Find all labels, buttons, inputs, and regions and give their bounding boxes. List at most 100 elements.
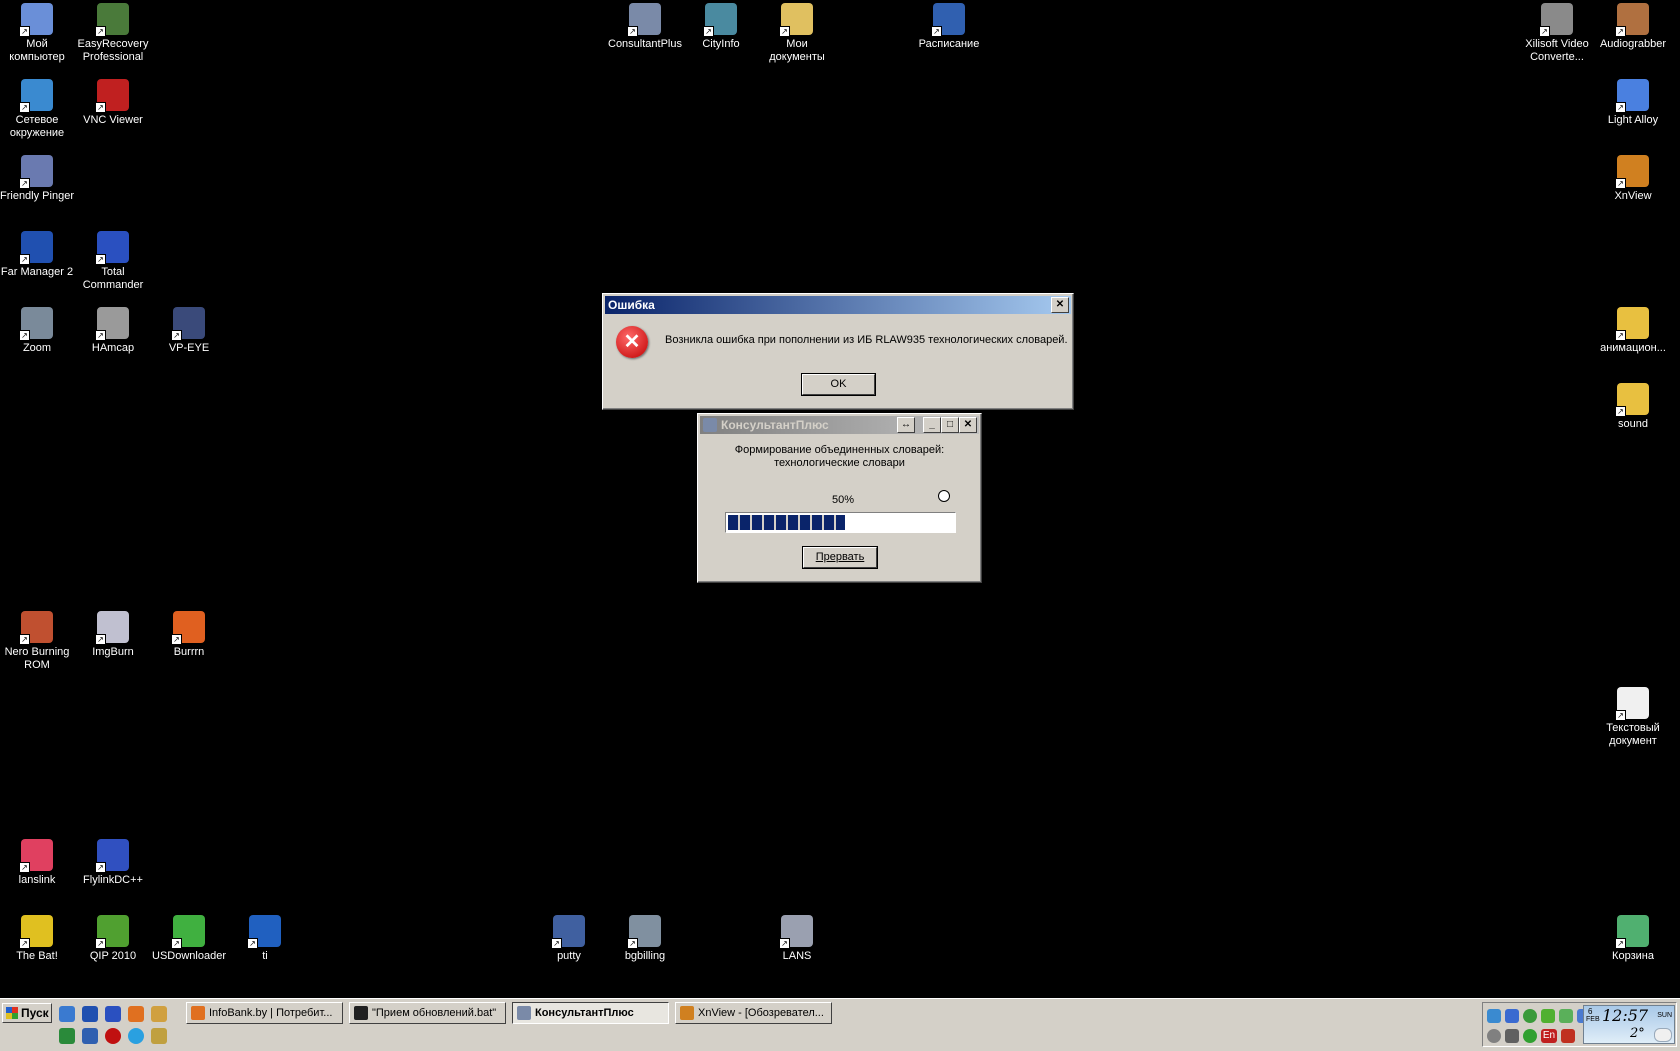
xnview-icon: ↗ [1615,155,1649,189]
error-dialog-titlebar[interactable]: Ошибка ✕ [605,296,1071,314]
tray-volume-icon[interactable] [1505,1029,1519,1043]
desktop-icon[interactable]: ↗ Far Manager 2 [0,229,75,279]
desktop-icon[interactable]: ↗ Light Alloy [1595,77,1671,127]
desktop-icon[interactable]: ↗ bgbilling [607,913,683,963]
close-button[interactable]: ✕ [1051,297,1069,313]
network-icon: ↗ [19,79,53,113]
taskbar-button[interactable]: КонсультантПлюс [512,1002,669,1024]
maximize-button[interactable]: □ [941,417,959,433]
firefox-icon [191,1006,205,1020]
resize-arrows-icon[interactable]: ↔ [897,417,915,433]
desktop-icon[interactable]: ↗ sound [1595,381,1671,431]
outlook-icon[interactable] [151,1006,167,1022]
clock-month: FEB [1586,1016,1600,1023]
desktop-icon[interactable]: ↗ Текстовый документ [1595,685,1671,748]
desktop-icon[interactable]: ↗ USDownloader [151,913,227,963]
clock-widget[interactable]: 6 FEB 12:57 SUN 2° [1583,1005,1675,1044]
shortcut-arrow-icon: ↗ [95,330,106,341]
desktop-icon[interactable]: ↗ XnView [1595,153,1671,203]
total-commander-icon[interactable] [105,1006,121,1022]
progress-dialog-titlebar[interactable]: КонсультантПлюс ↔ _ □ ✕ [700,416,979,434]
desktop-icon[interactable]: ↗ Корзина [1595,913,1671,963]
nero-icon: ↗ [19,611,53,645]
desktop-icon[interactable]: ↗ HAmcap [75,305,151,355]
shortcut-arrow-icon: ↗ [1615,406,1626,417]
desktop-icon[interactable]: ↗ ImgBurn [75,609,151,659]
desktop-icon[interactable]: ↗ lanslink [0,837,75,887]
desktop-icon[interactable]: ↗ Мой компьютер [0,1,75,64]
close-button[interactable]: ✕ [959,417,977,433]
desktop-icon-label: Мои документы [769,38,825,63]
tray-arrow-icon[interactable] [1561,1029,1575,1043]
tray-download-icon[interactable] [1487,1009,1501,1023]
tray-disk-icon[interactable] [1487,1029,1501,1043]
ie-icon[interactable] [59,1006,75,1022]
shortcut-arrow-icon: ↗ [171,938,182,949]
excel-icon[interactable] [59,1028,75,1044]
desktop-icon[interactable]: ↗ putty [531,913,607,963]
desktop-icon[interactable]: ↗ Audiograbber [1595,1,1671,51]
desktop-icon[interactable]: ↗ Total Commander [75,229,151,292]
tray-green-icon[interactable] [1523,1029,1537,1043]
desktop-icon[interactable]: ↗ FlylinkDC++ [75,837,151,887]
start-label: Пуск [21,1006,49,1020]
desktop-icon[interactable]: ↗ LANS [759,913,835,963]
error-dialog-title: Ошибка [608,298,655,312]
taskbar-button[interactable]: InfoBank.by | Потребит... [186,1002,343,1024]
desktop-icon[interactable]: ↗ Friendly Pinger [0,153,75,203]
desktop-icon[interactable]: ↗ Nero Burning ROM [0,609,75,672]
progress-bar [725,512,956,533]
desktop-icon[interactable]: ↗ ConsultantPlus [607,1,683,51]
vnc-icon: ↗ [95,79,129,113]
desktop-icon-label: ConsultantPlus [608,38,682,50]
start-button[interactable]: Пуск [2,1003,52,1023]
desktop-icon-label: Light Alloy [1607,114,1659,126]
consultantplus-icon [703,418,717,432]
tool-icon[interactable] [151,1028,167,1044]
desktop-icon-label: Far Manager 2 [0,266,74,278]
consultantplus-icon: ↗ [627,3,661,37]
tray-qip-icon[interactable] [1541,1009,1555,1023]
tray-bird-icon[interactable] [1505,1009,1519,1023]
word-icon[interactable] [82,1028,98,1044]
desktop-icon[interactable]: ↗ анимацион... [1595,305,1671,355]
shortcut-arrow-icon: ↗ [19,938,30,949]
shortcut-arrow-icon: ↗ [19,254,30,265]
minimize-button[interactable]: _ [923,417,941,433]
desktop-icon[interactable]: ↗ The Bat! [0,913,75,963]
desktop-icon[interactable]: ↗ Burrrn [151,609,227,659]
shortcut-arrow-icon: ↗ [1615,710,1626,721]
desktop-icon[interactable]: ↗ ti [227,913,303,963]
language-indicator[interactable]: En [1541,1029,1557,1043]
desktop-icon-label: FlylinkDC++ [83,874,143,886]
abort-button[interactable]: Прервать [803,547,877,568]
cityinfo-icon: ↗ [703,3,737,37]
opera-icon[interactable] [105,1028,121,1044]
shortcut-arrow-icon: ↗ [95,254,106,265]
desktop-icon[interactable]: ↗ Xilisoft Video Converte... [1519,1,1595,64]
ok-button[interactable]: OK [802,374,875,395]
firefox-icon[interactable] [128,1006,144,1022]
desktop-icon[interactable]: ↗ VP-EYE [151,305,227,355]
taskbar-button[interactable]: XnView - [Обозревател... [675,1002,832,1024]
shortcut-arrow-icon: ↗ [1615,938,1626,949]
video-converter-icon: ↗ [1539,3,1573,37]
desktop-icon[interactable]: ↗ Мои документы [759,1,835,64]
desktop-icon[interactable]: ↗ CityInfo [683,1,759,51]
far-manager-icon[interactable] [82,1006,98,1022]
audiograbber-icon: ↗ [1615,3,1649,37]
the-bat-icon: ↗ [19,915,53,949]
tray-mail-icon[interactable] [1559,1009,1573,1023]
desktop-icon[interactable]: ↗ VNC Viewer [75,77,151,127]
desktop-icon-label: CityInfo [702,38,740,50]
skype-icon[interactable] [128,1028,144,1044]
tray-utorrent-icon[interactable] [1523,1009,1537,1023]
desktop-icon[interactable]: ↗ Сетевое окружение [0,77,75,140]
desktop-icon[interactable]: ↗ QIP 2010 [75,913,151,963]
progress-percent: 50% [831,494,855,506]
friendly-pinger-icon: ↗ [19,155,53,189]
desktop-icon[interactable]: ↗ Расписание [911,1,987,51]
desktop-icon[interactable]: ↗ EasyRecovery Professional [75,1,151,64]
taskbar-button[interactable]: "Прием обновлений.bat" [349,1002,506,1024]
desktop-icon[interactable]: ↗ Zoom [0,305,75,355]
